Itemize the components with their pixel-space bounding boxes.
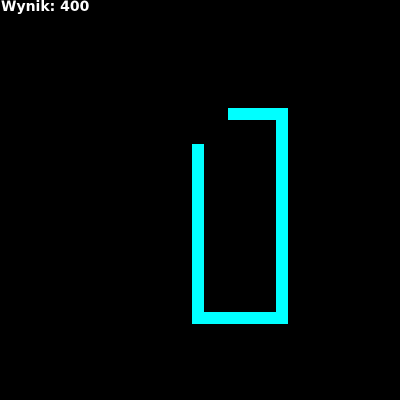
snake-segment	[192, 312, 288, 324]
snake	[0, 0, 400, 400]
snake-segment	[276, 108, 288, 324]
snake-segment	[228, 108, 288, 120]
game-board[interactable]: Wynik: 400	[0, 0, 400, 400]
snake-segment	[192, 144, 204, 324]
